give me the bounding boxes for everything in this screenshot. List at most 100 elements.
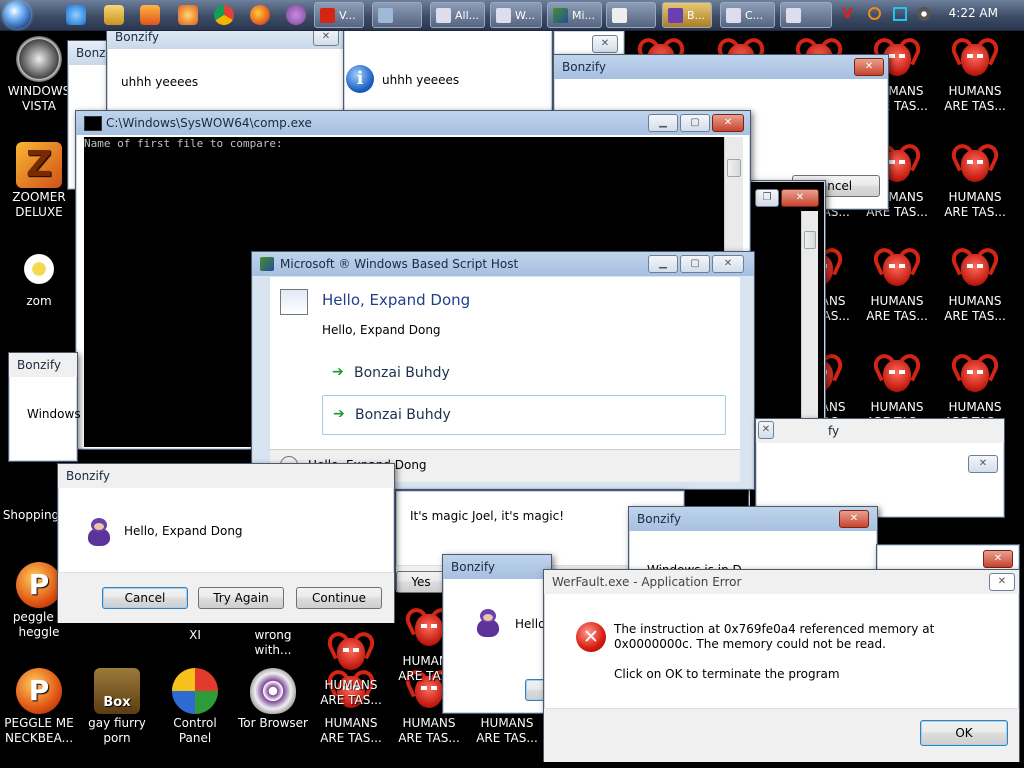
close-button-back[interactable]: ✕ — [758, 421, 774, 439]
close-icon: ✕ — [600, 38, 610, 49]
taskbar-task-7[interactable]: B... — [662, 2, 712, 28]
bonzify-uhhh-window[interactable]: Bonzify ✕ uhhh yeeees — [106, 24, 346, 114]
maximize-button[interactable]: ▢ — [680, 114, 710, 132]
info-message-window[interactable]: i uhhh yeeees — [343, 24, 553, 114]
search-tray-icon[interactable] — [868, 7, 881, 20]
desktop-icon-peggle-neckbeard[interactable]: P PEGGLE ME NECKBEA... — [2, 668, 76, 746]
desktop-icon-wrong-with: wrong with... — [254, 628, 292, 657]
clock[interactable]: 4:22 AM — [949, 6, 998, 20]
script-host-task-icon — [553, 8, 568, 23]
desktop-icon-windows-vista[interactable]: WINDOWS VISTA — [2, 36, 76, 114]
desktop-icon-humans-are-tasty[interactable]: HUMANS ARE TAS... — [938, 34, 1012, 114]
cancel-button[interactable]: Cancel — [102, 587, 188, 609]
continue-button[interactable]: Continue — [296, 587, 382, 609]
console-prompt: Name of first file to compare: — [84, 137, 283, 150]
devil-icon — [947, 244, 1003, 292]
paint-icon[interactable] — [178, 5, 198, 25]
close-button[interactable]: ✕ — [712, 114, 744, 132]
bonzi-buddy-icon — [475, 607, 501, 637]
close-button[interactable]: ✕ — [839, 510, 869, 528]
taskbar-task-1[interactable]: V... — [314, 2, 364, 28]
bonzify-dialog-main[interactable]: Bonzify Hello, Expand Dong Cancel Try Ag… — [57, 463, 395, 623]
taskbar-task-4[interactable]: W... — [490, 2, 542, 28]
flower-icon — [16, 246, 62, 292]
desktop-icon-control-panel[interactable]: Control Panel — [158, 668, 232, 746]
title-bar: Bonzify — [554, 55, 888, 79]
desktop-icon-humans-are-tasty[interactable]: HUMANS ARE TAS... — [938, 244, 1012, 324]
maximize-button[interactable]: ▢ — [680, 255, 710, 273]
bonzify-window-g[interactable]: fy ✕ ✕ — [755, 418, 1005, 518]
window-task-icon — [726, 8, 741, 23]
devil-task-icon — [320, 8, 335, 23]
bonzify-window-f[interactable]: Bonzify Hello — [442, 554, 552, 714]
minimize-icon: ▁ — [659, 117, 667, 128]
taskbar-task-6[interactable] — [606, 2, 656, 28]
folder-icon[interactable] — [104, 5, 124, 25]
command-link-label: Bonzai Buhdy — [354, 365, 450, 381]
message-text: Hello, Expand Dong — [124, 524, 243, 538]
media-player-icon[interactable] — [140, 5, 160, 25]
close-button[interactable]: ✕ — [712, 255, 744, 273]
taskbar-task-9[interactable] — [780, 2, 832, 28]
devil-icon — [947, 34, 1003, 82]
title-bar: Bonzify — [58, 464, 394, 488]
taskbar-task-3[interactable]: All... — [430, 2, 485, 28]
start-button[interactable] — [3, 1, 31, 29]
taskbar-task-2[interactable] — [372, 2, 422, 28]
background-window[interactable]: ✕ — [553, 30, 625, 56]
minimize-button[interactable]: ▁ — [648, 114, 678, 132]
desktop-icon-gay-fiurry[interactable]: Box gay fiurry porn — [80, 668, 154, 746]
green-arrow-icon: ➔ — [332, 364, 344, 380]
desktop-icon-label: HUMANS ARE TAS... — [944, 190, 1006, 219]
close-button[interactable]: ✕ — [983, 550, 1013, 568]
desktop-icon-zoomer-deluxe[interactable]: Z ZOOMER DELUXE — [2, 142, 76, 220]
minimize-button[interactable]: ▁ — [648, 255, 678, 273]
bonzify-window-c[interactable]: Bonzify Windows — [8, 352, 81, 462]
network-tray-icon[interactable] — [893, 7, 907, 21]
desktop-icon-humans-are-tasty[interactable]: HUMANS ARE TAS... — [314, 628, 388, 708]
try-again-button[interactable]: Try Again — [198, 587, 284, 609]
scroll-thumb[interactable] — [727, 159, 741, 177]
ok-button[interactable]: OK — [920, 720, 1008, 746]
bonzi-task-icon — [668, 8, 683, 23]
close-button[interactable]: ✕ — [968, 455, 998, 473]
command-link-2[interactable]: ➔ Bonzai Buhdy — [322, 395, 726, 435]
window-task-icon — [378, 8, 393, 23]
desktop-icon-tor-browser[interactable]: Tor Browser — [236, 668, 310, 731]
devil-icon — [869, 244, 925, 292]
close-button[interactable]: ✕ — [854, 58, 884, 76]
yes-button[interactable]: Yes — [396, 571, 446, 593]
title-bar: Bonzify — [443, 555, 551, 579]
close-button[interactable]: ✕ — [781, 189, 819, 207]
desktop-icon-humans-are-tasty[interactable]: HUMANS ARE TAS... — [938, 140, 1012, 220]
restore-button[interactable]: ❐ — [755, 189, 779, 207]
close-button[interactable]: ✕ — [592, 35, 618, 53]
desktop-icon-humans-are-tasty[interactable]: HUMANS ARE TAS... — [860, 244, 934, 324]
maximize-icon: ▢ — [690, 258, 700, 269]
maximize-icon: ▢ — [690, 117, 700, 128]
close-icon: ✕ — [321, 31, 331, 42]
taskbar-task-8[interactable]: C... — [720, 2, 775, 28]
error-icon: ✕ — [576, 622, 606, 652]
volume-tray-icon[interactable] — [917, 7, 931, 21]
wsh-dialog[interactable]: Microsoft ® Windows Based Script Host ▁ … — [251, 251, 755, 490]
tor-icon[interactable] — [286, 5, 306, 25]
close-button[interactable]: ✕ — [989, 573, 1015, 591]
message-text: uhhh yeeees — [382, 73, 460, 87]
window-task-icon — [786, 8, 801, 23]
werfault-error-dialog[interactable]: WerFault.exe - Application Error ✕ ✕ The… — [543, 569, 1020, 762]
taskbar-task-5[interactable]: Mi... — [547, 2, 602, 28]
dialog-body: Hello, Expand Dong — [322, 323, 441, 337]
ie-icon[interactable] — [66, 5, 86, 25]
firefox-icon[interactable] — [250, 5, 270, 25]
desktop-icon-label: HUMANS ARE TAS... — [320, 678, 382, 707]
v-tray-icon[interactable]: V — [842, 6, 856, 22]
desktop-icon-label: HUMANS ARE TAS... — [866, 294, 928, 323]
desktop-icon-zom[interactable]: zom — [2, 246, 76, 309]
command-link-1[interactable]: ➔ Bonzai Buhdy — [322, 357, 726, 391]
error-message: The instruction at 0x769fe0a4 referenced… — [614, 622, 935, 651]
close-icon: ✕ — [761, 424, 771, 435]
chrome-icon[interactable] — [214, 5, 234, 25]
scroll-thumb[interactable] — [804, 231, 816, 249]
close-icon: ✕ — [723, 117, 733, 128]
